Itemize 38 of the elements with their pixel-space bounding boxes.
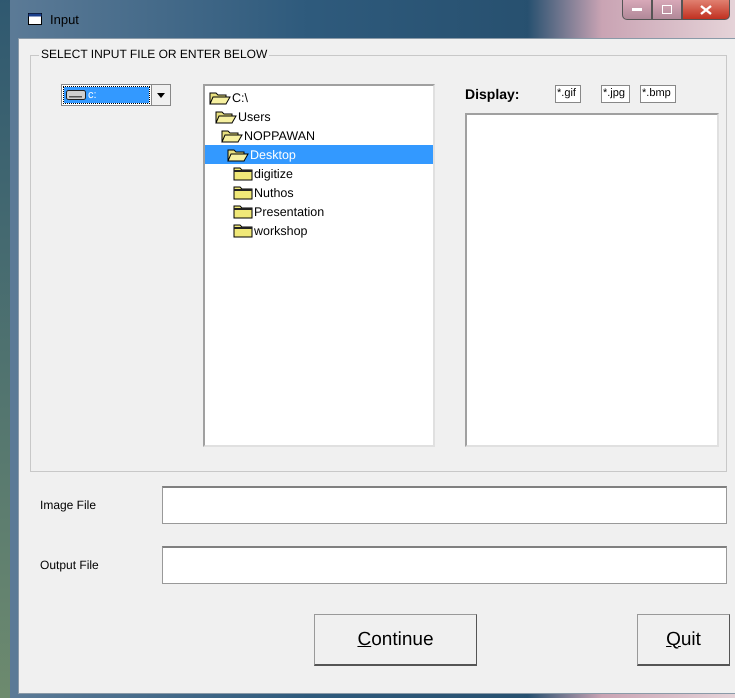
close-icon [700, 4, 712, 14]
open-folder-icon [221, 128, 243, 143]
filter-field[interactable]: *.gif [555, 85, 581, 103]
drive-value: c: [88, 89, 97, 101]
folder-item[interactable]: workshop [205, 221, 433, 240]
folder-icon [233, 166, 253, 181]
field-label: Output File [39, 558, 100, 572]
continue-button[interactable]: Continue [314, 614, 477, 666]
folder-icon [233, 185, 253, 200]
display-label: Display: [465, 86, 520, 102]
open-folder-icon [209, 90, 231, 105]
quit-button[interactable]: Quit [637, 614, 730, 666]
window-title: Input [50, 12, 79, 26]
maximize-button[interactable] [652, 0, 682, 20]
folder-item[interactable]: Nuthos [205, 183, 433, 202]
window-icon [28, 13, 42, 25]
minimize-icon [632, 8, 642, 12]
folder-item[interactable]: digitize [205, 164, 433, 183]
folder-item[interactable]: NOPPAWAN [205, 126, 433, 145]
folder-icon [233, 204, 253, 219]
open-folder-icon [215, 109, 237, 124]
caret-icon [157, 92, 165, 98]
field-label: Image File [39, 498, 98, 512]
open-folder-icon [227, 147, 249, 162]
close-button[interactable] [682, 0, 730, 20]
folder-item[interactable]: Presentation [205, 202, 433, 221]
filter-field[interactable]: *.jpg [600, 85, 630, 103]
drive-icon [66, 90, 86, 100]
input-field[interactable] [162, 486, 727, 524]
folder-item[interactable]: C:\ [205, 88, 433, 107]
maximize-icon [662, 5, 672, 14]
minimize-button[interactable] [622, 0, 652, 20]
folder-item[interactable]: Users [205, 107, 433, 126]
folder-icon [233, 223, 253, 238]
group-title: SELECT INPUT FILE OR ENTER BELOW [39, 47, 270, 61]
input-field[interactable] [162, 546, 727, 584]
folder-list[interactable]: C:\ Users NOPPAWAN Desktop digitize Nuthos Presentation workshop [203, 84, 435, 447]
filter-field[interactable]: *.bmp [640, 85, 676, 103]
